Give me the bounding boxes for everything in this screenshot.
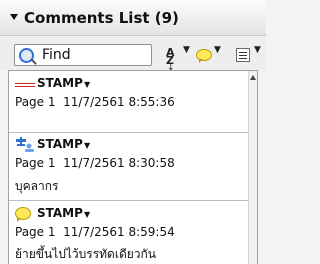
search-icon xyxy=(19,48,34,63)
sort-dropdown-icon[interactable]: ▼ xyxy=(183,45,190,55)
comment-meta: Page 1 11/7/2561 8:55:36 xyxy=(15,95,175,109)
options-dropdown-icon[interactable]: ▼ xyxy=(254,45,261,55)
comment-item[interactable]: STAMP ▼ Page 1 11/7/2561 8:55:36 xyxy=(9,71,249,133)
comment-item[interactable]: STAMP ▼ Page 1 11/7/2561 8:59:54 ย้ายขึ้… xyxy=(9,201,249,264)
comment-meta: Page 1 11/7/2561 8:30:58 xyxy=(15,156,175,170)
scroll-up-arrow-icon[interactable] xyxy=(250,75,256,80)
comments-panel: Comments List (9) Find A Z ↓ ▼ ▼ ▼ STAMP… xyxy=(0,0,266,264)
options-menu-icon[interactable] xyxy=(236,48,250,62)
comment-type: STAMP xyxy=(37,206,83,220)
comment-note: ย้ายขึ้นไปไว้บรรทัดเดียวกัน xyxy=(15,247,156,261)
find-box[interactable]: Find xyxy=(14,44,152,66)
comment-bubble-icon[interactable] xyxy=(196,49,212,63)
comment-item[interactable]: STAMP ▼ Page 1 11/7/2561 8:30:58 บุคลากร xyxy=(9,133,249,201)
comments-list-header[interactable]: Comments List (9) xyxy=(0,0,266,36)
vertical-scrollbar[interactable] xyxy=(248,71,257,264)
comment-note: บุคลากร xyxy=(15,179,59,193)
item-menu-icon[interactable]: ▼ xyxy=(84,210,90,219)
comment-bubble-icon xyxy=(15,207,31,222)
item-menu-icon[interactable]: ▼ xyxy=(84,141,90,150)
panel-title: Comments List (9) xyxy=(24,9,179,27)
item-menu-icon[interactable]: ▼ xyxy=(84,80,90,89)
filter-dropdown-icon[interactable]: ▼ xyxy=(214,45,221,55)
comment-type: STAMP xyxy=(37,137,83,151)
comments-toolbar: Find A Z ↓ ▼ ▼ ▼ xyxy=(0,36,266,73)
comment-type: STAMP xyxy=(37,76,83,90)
comment-list: STAMP ▼ Page 1 11/7/2561 8:55:36 STAMP ▼… xyxy=(8,70,258,264)
collapse-chevron-icon[interactable] xyxy=(10,14,18,20)
comment-meta: Page 1 11/7/2561 8:59:54 xyxy=(15,225,175,239)
find-label: Find xyxy=(42,47,71,63)
sort-az-icon[interactable]: A Z ↓ xyxy=(166,47,180,73)
stamp-people-icon xyxy=(16,137,34,152)
stamp-icon xyxy=(15,83,35,87)
